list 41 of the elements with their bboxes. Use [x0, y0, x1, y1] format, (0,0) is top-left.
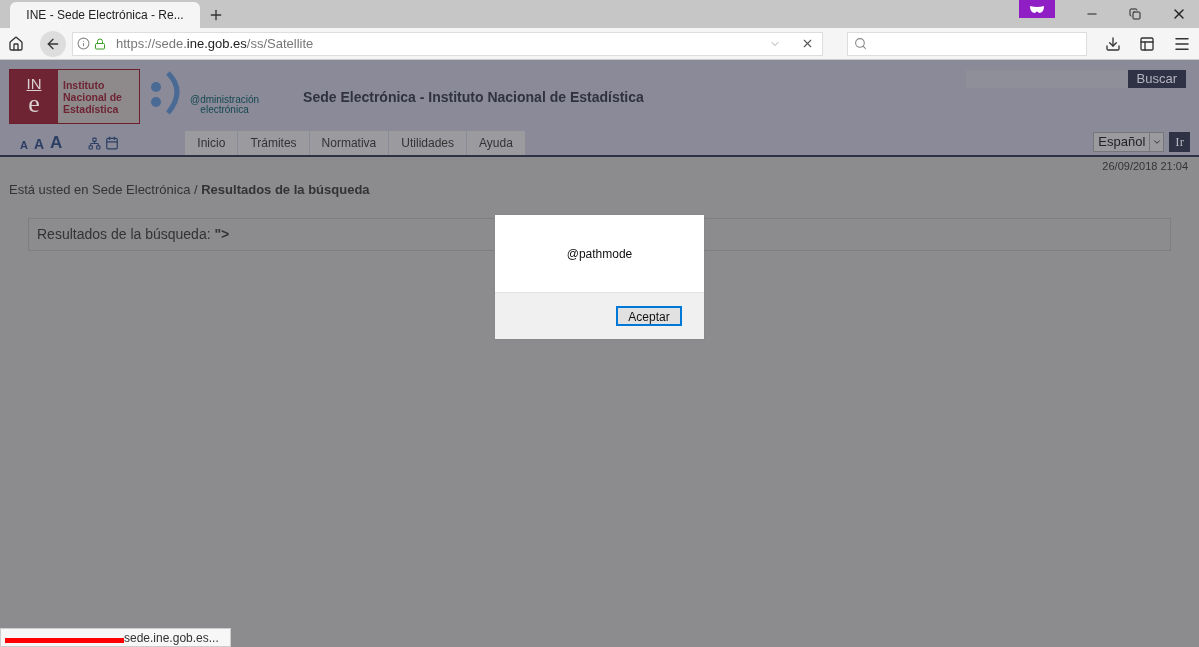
- site-title: Sede Electrónica - Instituto Nacional de Estadística: [303, 88, 644, 107]
- go-button[interactable]: Ir: [1169, 132, 1190, 152]
- private-browsing-icon: [1019, 0, 1055, 18]
- search-button[interactable]: Buscar: [1127, 70, 1186, 88]
- logo-mark: e: [28, 91, 40, 117]
- nav-tab[interactable]: Inicio: [185, 131, 239, 155]
- date-time: 26/09/2018 21:04: [1102, 159, 1188, 174]
- nav-tab[interactable]: Ayuda: [467, 131, 526, 155]
- text-size-link[interactable]: A: [33, 137, 45, 151]
- logo-text: Nacional de: [63, 90, 122, 103]
- breadcrumb: Está usted en Sede Electrónica / Resultados de la búsqueda: [9, 181, 370, 197]
- language-select[interactable]: Español: [1093, 132, 1165, 152]
- tab-title: INE - Sede Electrónica - Re...: [26, 7, 184, 24]
- search-field[interactable]: [847, 31, 1087, 56]
- admin-logo-text: electrónica: [200, 105, 249, 115]
- new-tab-icon[interactable]: [208, 7, 224, 23]
- logo-text: Estadística: [63, 102, 120, 115]
- back-button[interactable]: [40, 30, 66, 57]
- restore-icon[interactable]: [1129, 8, 1141, 20]
- nav-tab[interactable]: Normativa: [309, 131, 390, 155]
- nav-tab[interactable]: Utilidades: [389, 131, 467, 155]
- chevron-icon[interactable]: [1151, 137, 1162, 147]
- dialog-message: @pathmode: [566, 245, 633, 263]
- calendar-icon[interactable]: [105, 136, 120, 150]
- text-size-link[interactable]: A: [20, 140, 28, 151]
- results-text: Resultados de la búsqueda: ">: [37, 224, 230, 244]
- home-icon[interactable]: [8, 35, 24, 52]
- sidebar-icon[interactable]: [1139, 35, 1155, 52]
- text-size-link[interactable]: A: [50, 134, 63, 151]
- site-search-field[interactable]: [965, 70, 1128, 88]
- accept-button[interactable]: Aceptar: [616, 306, 682, 326]
- nav-tab[interactable]: Trámites: [238, 131, 310, 155]
- institute-logo[interactable]: IN e Instituto Nacional de Estadística: [9, 69, 140, 124]
- status-text: sede.ine.gob.es...: [124, 629, 219, 647]
- logo-mark: IN: [26, 76, 42, 91]
- logo-text: Instituto: [63, 78, 106, 91]
- search-icon[interactable]: [854, 37, 867, 50]
- download-icon[interactable]: [1105, 35, 1121, 52]
- admin-logo-text: @dministración: [190, 95, 260, 105]
- sitemap-icon[interactable]: [88, 137, 102, 150]
- browser-tab[interactable]: INE - Sede Electrónica - Re...: [10, 2, 200, 28]
